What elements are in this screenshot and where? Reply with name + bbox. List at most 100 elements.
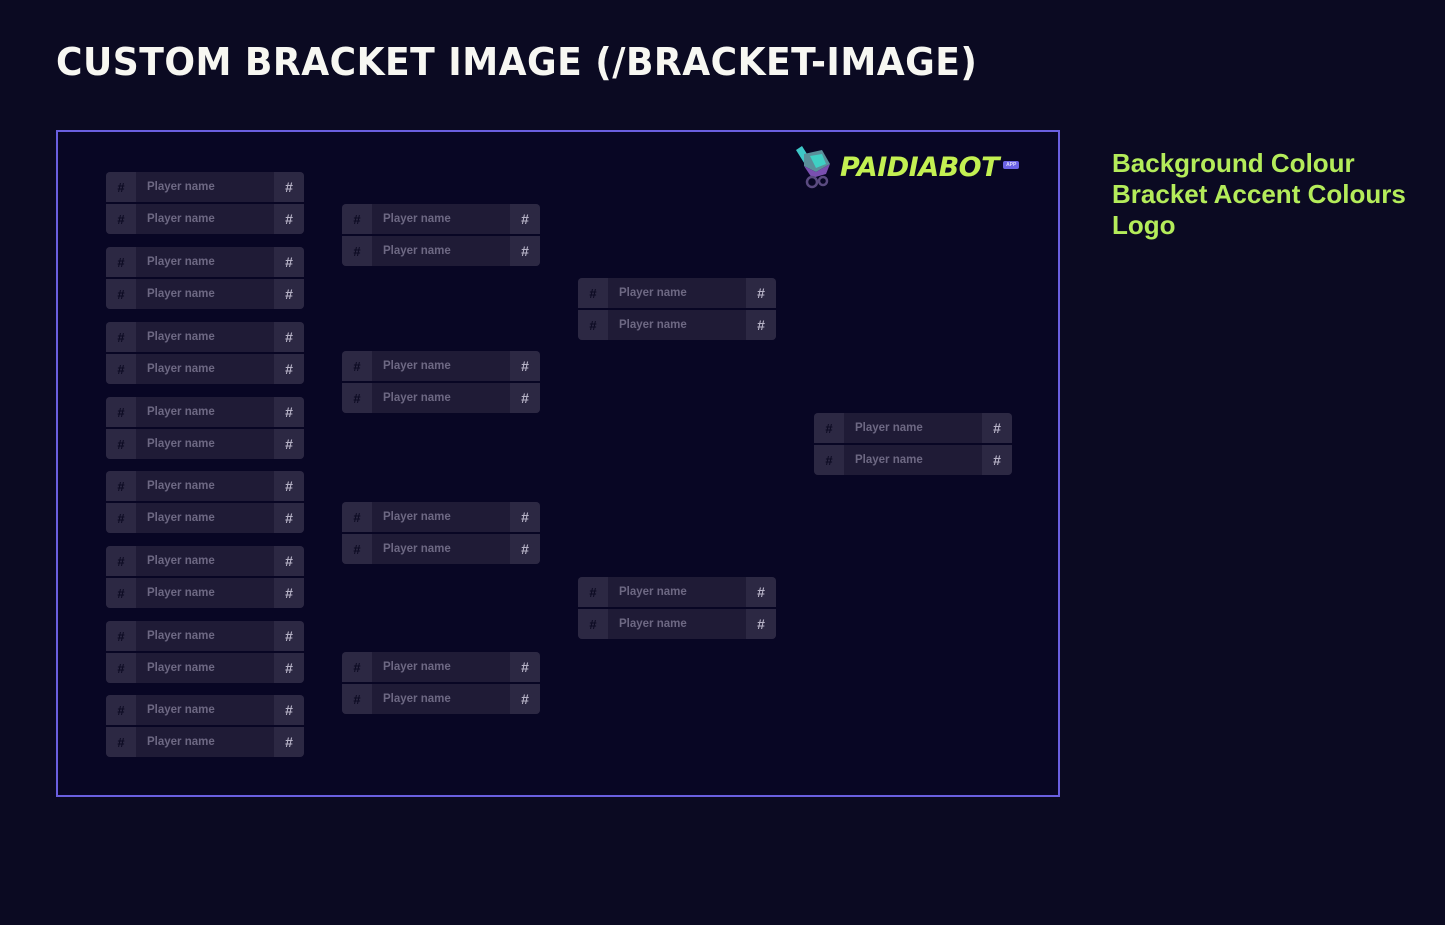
- round-1-match: # Player name # # Player name #: [106, 322, 304, 384]
- player-slot: # Player name #: [342, 684, 540, 714]
- seed-cell: #: [106, 471, 136, 501]
- player-name: Player name: [147, 704, 215, 716]
- score-cell: #: [510, 534, 540, 564]
- seed-cell: #: [342, 383, 372, 413]
- seed-cell: #: [106, 354, 136, 384]
- logo-text: PAIDIABOT: [840, 151, 1000, 183]
- player-name: Player name: [147, 438, 215, 450]
- round-2-match: # Player name # # Player name #: [342, 351, 540, 413]
- player-slot: # Player name #: [106, 471, 304, 501]
- player-name: Player name: [383, 213, 451, 225]
- score-cell: #: [274, 695, 304, 725]
- score-cell: #: [746, 310, 776, 340]
- logo-app-badge: APP: [1003, 161, 1020, 169]
- player-name: Player name: [147, 736, 215, 748]
- player-slot: # Player name #: [342, 652, 540, 682]
- score-cell: #: [510, 652, 540, 682]
- player-slot: # Player name #: [106, 653, 304, 683]
- round-1-match: # Player name # # Player name #: [106, 172, 304, 234]
- seed-cell: #: [578, 577, 608, 607]
- round-2-match: # Player name # # Player name #: [342, 502, 540, 564]
- player-slot: # Player name #: [106, 279, 304, 309]
- round-1-match: # Player name # # Player name #: [106, 546, 304, 608]
- player-slot: # Player name #: [106, 204, 304, 234]
- seed-cell: #: [106, 172, 136, 202]
- player-name: Player name: [619, 287, 687, 299]
- score-cell: #: [274, 471, 304, 501]
- score-cell: #: [274, 429, 304, 459]
- player-slot: # Player name #: [814, 445, 1012, 475]
- player-name: Player name: [619, 319, 687, 331]
- paidiabot-logo: PAIDIABOT APP: [792, 144, 1020, 190]
- score-cell: #: [274, 247, 304, 277]
- seed-cell: #: [578, 609, 608, 639]
- player-slot: # Player name #: [106, 727, 304, 757]
- player-slot: # Player name #: [106, 695, 304, 725]
- player-name: Player name: [383, 392, 451, 404]
- seed-cell: #: [106, 322, 136, 352]
- seed-cell: #: [106, 546, 136, 576]
- seed-cell: #: [106, 247, 136, 277]
- score-cell: #: [982, 413, 1012, 443]
- player-name: Player name: [619, 586, 687, 598]
- round-1-match: # Player name # # Player name #: [106, 621, 304, 683]
- player-name: Player name: [147, 363, 215, 375]
- player-slot: # Player name #: [578, 310, 776, 340]
- seed-cell: #: [106, 204, 136, 234]
- seed-cell: #: [342, 236, 372, 266]
- score-cell: #: [746, 609, 776, 639]
- score-cell: #: [274, 621, 304, 651]
- seed-cell: #: [106, 653, 136, 683]
- score-cell: #: [274, 354, 304, 384]
- round-1-match: # Player name # # Player name #: [106, 247, 304, 309]
- score-cell: #: [274, 322, 304, 352]
- player-name: Player name: [147, 331, 215, 343]
- note-bracket-accent-colours: Bracket Accent Colours: [1112, 179, 1406, 209]
- player-name: Player name: [147, 587, 215, 599]
- player-slot: # Player name #: [106, 322, 304, 352]
- score-cell: #: [274, 653, 304, 683]
- score-cell: #: [746, 577, 776, 607]
- page-title: CUSTOM BRACKET IMAGE (/BRACKET-IMAGE): [56, 40, 978, 84]
- player-name: Player name: [383, 693, 451, 705]
- player-slot: # Player name #: [106, 429, 304, 459]
- score-cell: #: [982, 445, 1012, 475]
- player-slot: # Player name #: [578, 609, 776, 639]
- player-slot: # Player name #: [106, 397, 304, 427]
- player-slot: # Player name #: [106, 247, 304, 277]
- score-cell: #: [274, 204, 304, 234]
- seed-cell: #: [814, 445, 844, 475]
- player-name: Player name: [619, 618, 687, 630]
- seed-cell: #: [106, 503, 136, 533]
- round-3-match: # Player name # # Player name #: [578, 278, 776, 340]
- seed-cell: #: [106, 727, 136, 757]
- seed-cell: #: [342, 684, 372, 714]
- player-name: Player name: [147, 213, 215, 225]
- score-cell: #: [510, 351, 540, 381]
- player-name: Player name: [147, 512, 215, 524]
- player-slot: # Player name #: [342, 204, 540, 234]
- score-cell: #: [274, 279, 304, 309]
- paidiabot-mascot-icon: [796, 146, 830, 189]
- score-cell: #: [510, 204, 540, 234]
- score-cell: #: [510, 383, 540, 413]
- player-name: Player name: [147, 406, 215, 418]
- player-slot: # Player name #: [106, 354, 304, 384]
- seed-cell: #: [814, 413, 844, 443]
- round-2-match: # Player name # # Player name #: [342, 652, 540, 714]
- seed-cell: #: [342, 502, 372, 532]
- score-cell: #: [274, 727, 304, 757]
- player-slot: # Player name #: [106, 546, 304, 576]
- player-name: Player name: [855, 422, 923, 434]
- seed-cell: #: [342, 534, 372, 564]
- player-name: Player name: [383, 661, 451, 673]
- player-slot: # Player name #: [814, 413, 1012, 443]
- round-3-match: # Player name # # Player name #: [578, 577, 776, 639]
- player-name: Player name: [383, 245, 451, 257]
- score-cell: #: [274, 578, 304, 608]
- score-cell: #: [746, 278, 776, 308]
- player-slot: # Player name #: [578, 278, 776, 308]
- score-cell: #: [510, 684, 540, 714]
- player-slot: # Player name #: [106, 503, 304, 533]
- score-cell: #: [274, 397, 304, 427]
